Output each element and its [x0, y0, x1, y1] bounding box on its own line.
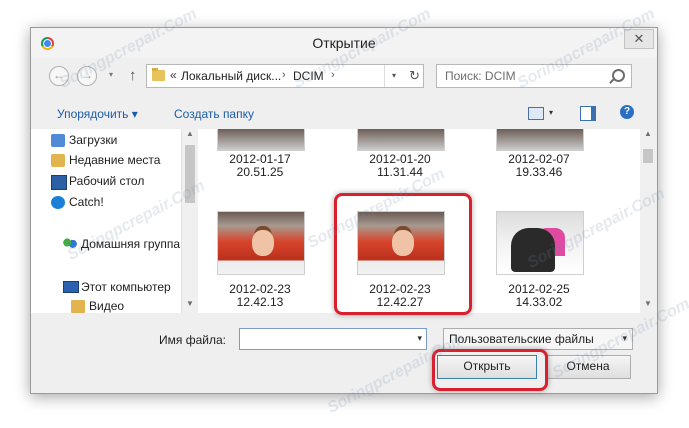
search-input[interactable]: Поиск: DCIM	[436, 64, 632, 88]
sidebar-item-label: Домашняя группа	[81, 237, 181, 251]
file-type-filter-select[interactable]: Пользовательские файлы ▾	[443, 328, 633, 350]
sidebar-item-label: Загрузки	[69, 133, 118, 147]
photo-thumbnail	[217, 211, 305, 275]
sidebar-item-video[interactable]: Видео	[71, 299, 125, 313]
filename-history-dropdown-icon[interactable]: ▾	[417, 333, 422, 344]
new-folder-button[interactable]: Создать папку	[174, 107, 254, 121]
address-dropdown-icon[interactable]: ▾	[384, 65, 403, 87]
filename-label: Имя файла:	[159, 333, 226, 347]
folder-icon	[152, 68, 165, 81]
sidebar-item-label: Недавние места	[69, 153, 161, 167]
file-tile[interactable]: 2012-02-23 12.42.13	[205, 209, 315, 309]
photo-thumbnail	[357, 129, 445, 151]
navigation-pane: Загрузки Недавние места Рабочий стол Cat…	[31, 129, 181, 313]
file-time: 12.42.13	[236, 295, 284, 309]
change-view-icon[interactable]	[528, 107, 544, 120]
selected-file-highlight	[334, 193, 472, 315]
scroll-down-icon[interactable]: ▼	[640, 299, 656, 313]
scroll-up-icon[interactable]: ▲	[640, 129, 656, 143]
file-type-filter-value: Пользовательские файлы	[449, 332, 594, 346]
command-toolbar: Упорядочить ▾ Создать папку	[31, 98, 657, 128]
photo-thumbnail	[496, 211, 584, 275]
scroll-down-icon[interactable]: ▼	[182, 299, 198, 313]
recent-places-icon	[51, 154, 65, 167]
photo-thumbnail	[217, 129, 305, 151]
file-time: 11.31.44	[377, 165, 423, 179]
cancel-button[interactable]: Отмена	[545, 355, 631, 379]
open-button-highlight	[432, 349, 548, 391]
sidebar-item-homegroup[interactable]: Домашняя группа	[63, 237, 181, 255]
computer-icon	[63, 281, 79, 293]
help-icon[interactable]: ?	[620, 105, 634, 119]
sidebar-item-this-pc[interactable]: Этот компьютер	[63, 280, 171, 298]
sidebar-item-desktop[interactable]: Рабочий стол	[51, 174, 145, 192]
video-folder-icon	[71, 300, 85, 313]
preview-pane-icon[interactable]	[580, 106, 596, 121]
sidebar-item-label: Видео	[89, 299, 125, 313]
filename-field[interactable]: ▾	[239, 328, 427, 350]
back-button[interactable]: ←	[49, 66, 69, 86]
homegroup-icon	[63, 238, 77, 251]
photo-thumbnail	[496, 129, 584, 151]
navigation-bar: ← → ▾ ↑ « Локальный диск... › DCIM › ▾ ↻…	[31, 58, 657, 90]
forward-button[interactable]: →	[77, 66, 97, 86]
scrollbar-thumb[interactable]	[643, 149, 653, 163]
address-overflow-chevron[interactable]: «	[170, 68, 177, 82]
file-time: 20.51.25	[236, 165, 284, 179]
navigation-pane-scrollbar[interactable]: ▲ ▼	[181, 129, 198, 313]
address-bar[interactable]: « Локальный диск... › DCIM › ▾ ↻	[146, 64, 424, 88]
recent-locations-dropdown-icon[interactable]: ▾	[109, 70, 113, 79]
file-tile[interactable]: 2012-02-25 14.33.02	[484, 209, 594, 309]
catch-icon	[51, 196, 65, 209]
refresh-icon[interactable]: ↻	[409, 68, 420, 84]
file-list-scrollbar[interactable]: ▲ ▼	[640, 129, 656, 313]
breadcrumb-local-disk[interactable]: Локальный диск...	[181, 69, 281, 83]
sidebar-item-label: Catch!	[69, 195, 104, 209]
downloads-icon	[51, 134, 65, 147]
file-time: 14.33.02	[515, 295, 563, 309]
sidebar-item-downloads[interactable]: Загрузки	[51, 133, 118, 151]
sidebar-item-label: Этот компьютер	[81, 280, 171, 294]
breadcrumb-dcim[interactable]: DCIM	[293, 69, 324, 83]
scrollbar-thumb[interactable]	[185, 145, 195, 203]
file-time: 19.33.46	[515, 165, 563, 179]
desktop-icon	[51, 175, 67, 190]
organize-button[interactable]: Упорядочить ▾	[57, 107, 138, 121]
breadcrumb-separator[interactable]: ›	[331, 69, 335, 81]
scroll-up-icon[interactable]: ▲	[182, 129, 198, 143]
chevron-down-icon[interactable]: ▾	[622, 333, 627, 344]
sidebar-item-recent-places[interactable]: Недавние места	[51, 153, 161, 171]
sidebar-item-label: Рабочий стол	[69, 174, 145, 188]
close-button[interactable]: ✕	[624, 29, 654, 49]
title-bar: Открытие ✕	[31, 28, 657, 58]
search-icon[interactable]	[612, 69, 625, 82]
search-placeholder: Поиск: DCIM	[445, 69, 516, 83]
window-title: Открытие	[312, 35, 376, 51]
up-one-level-button[interactable]: ↑	[129, 67, 137, 84]
sidebar-item-catch[interactable]: Catch!	[51, 195, 104, 213]
view-options-dropdown-icon[interactable]: ▾	[549, 108, 553, 117]
breadcrumb-separator[interactable]: ›	[282, 69, 286, 81]
